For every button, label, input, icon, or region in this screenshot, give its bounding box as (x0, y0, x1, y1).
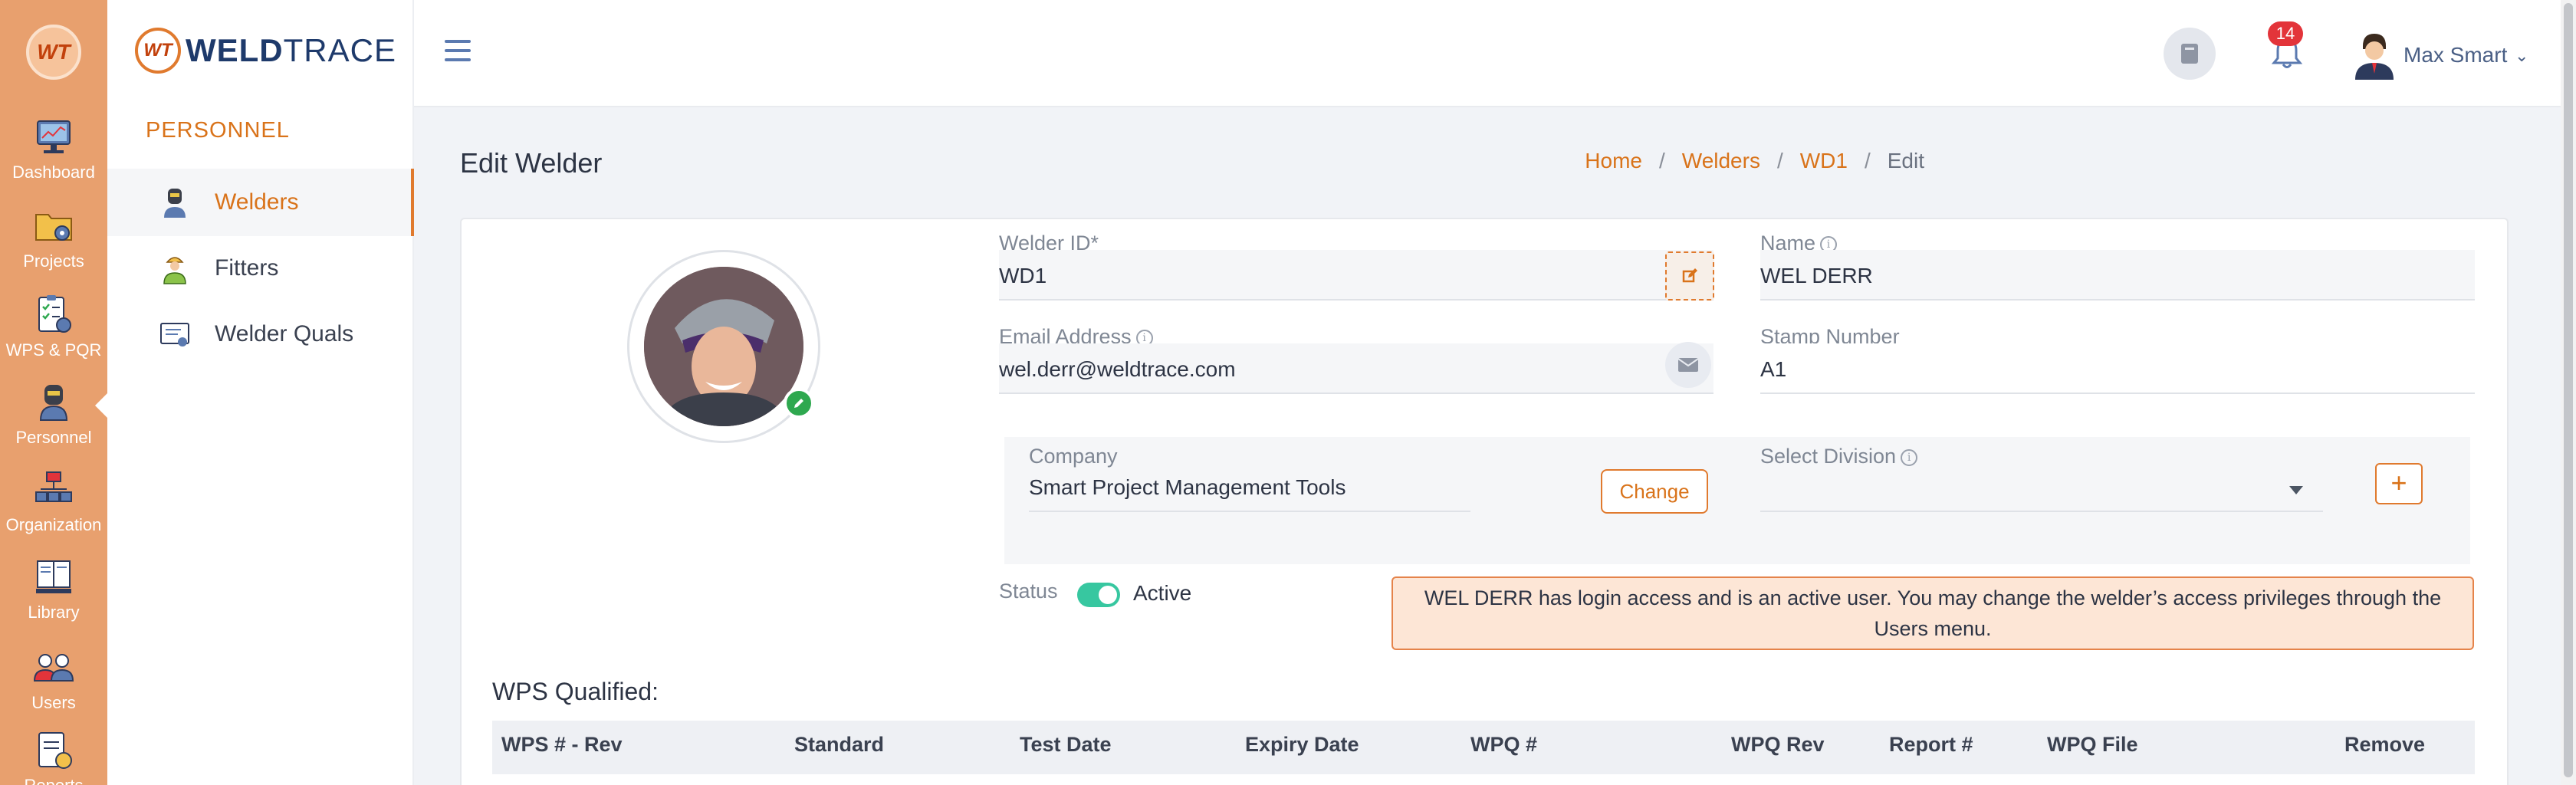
rail-item-reports[interactable]: Reports (0, 728, 107, 785)
page-title: Edit Welder (460, 147, 603, 179)
dashboard-icon (37, 120, 71, 153)
edit-icon (1682, 268, 1697, 283)
welder-id-value: WD1 (999, 264, 1047, 287)
division-select[interactable] (1760, 511, 2323, 512)
change-company-button[interactable]: Change (1601, 469, 1708, 514)
menu-toggle-icon[interactable] (445, 40, 471, 63)
company-value: Smart Project Management Tools (1029, 475, 1346, 499)
welder-photo (644, 267, 803, 426)
company-underline (1029, 511, 1470, 512)
breadcrumb-separator: / (1864, 149, 1871, 172)
column-header[interactable]: WPQ Rev (1731, 733, 1825, 757)
breadcrumb-current: Edit (1887, 149, 1924, 172)
rail-item-users[interactable]: Users (0, 645, 107, 713)
rail-item-projects[interactable]: Projects (0, 204, 107, 271)
fitter-icon (163, 257, 186, 284)
email-value: wel.derr@weldtrace.com (999, 357, 1236, 381)
rail-item-wps-pqr[interactable]: WPS & PQR (0, 293, 107, 360)
company-panel (1004, 437, 2470, 564)
icon-rail: WT Dashboard Projects WPS & PQR Personne… (0, 0, 107, 785)
sidebar-item-welder-quals[interactable]: Welder Quals (107, 301, 414, 368)
breadcrumb-separator: / (1776, 149, 1783, 172)
breadcrumb: Home / Welders / WD1 / Edit (1585, 149, 1924, 173)
secondary-sidebar: WT WELDTRACE PERSONNEL Welders Fitters W… (107, 0, 414, 785)
chevron-down-icon[interactable]: ⌄ (2515, 46, 2528, 66)
folder-icon (35, 214, 72, 241)
column-header[interactable]: WPQ File (2047, 733, 2138, 757)
user-name[interactable]: Max Smart (2404, 43, 2507, 67)
page-scrollbar[interactable] (2561, 0, 2576, 785)
column-header[interactable]: Report # (1889, 733, 1973, 757)
login-access-notice: WEL DERR has login access and is an acti… (1392, 576, 2474, 650)
edit-photo-button[interactable] (784, 388, 814, 419)
column-header[interactable]: Remove (2344, 733, 2425, 757)
company-label: Company (1029, 445, 1118, 468)
name-value: WEL DERR (1760, 264, 1873, 287)
rail-item-dashboard[interactable]: Dashboard (0, 115, 107, 182)
welder-icon (164, 189, 186, 218)
user-avatar[interactable] (2348, 28, 2401, 81)
reports-icon (38, 732, 72, 769)
users-icon (33, 654, 74, 682)
table-row (492, 774, 2475, 785)
brand-mark: WT (135, 28, 181, 74)
column-header[interactable]: WPS # - Rev (501, 733, 623, 757)
rail-item-library[interactable]: Library (0, 555, 107, 622)
certificate-icon (160, 323, 189, 347)
notification-count-badge: 14 (2268, 21, 2303, 46)
app-logo[interactable]: WT (26, 25, 81, 80)
breadcrumb-separator: / (1658, 149, 1665, 172)
info-icon[interactable]: i (1901, 449, 1918, 466)
organization-icon (35, 471, 72, 502)
sidebar-item-fitters[interactable]: Fitters (107, 235, 414, 302)
breadcrumb-welder-id[interactable]: WD1 (1800, 149, 1848, 173)
column-header[interactable]: Standard (794, 733, 884, 757)
breadcrumb-welders[interactable]: Welders (1682, 149, 1760, 173)
add-division-button[interactable]: + (2375, 463, 2423, 504)
column-header[interactable]: WPQ # (1470, 733, 1537, 757)
brand-name: WELDTRACE (186, 32, 397, 68)
caret-down-icon[interactable] (2289, 486, 2303, 494)
manual-button[interactable] (2164, 28, 2216, 80)
edit-id-button[interactable] (1665, 251, 1714, 301)
pencil-icon (794, 399, 803, 408)
top-bar: 14 Max Smart ⌄ (414, 0, 2561, 107)
column-header[interactable]: Expiry Date (1245, 733, 1359, 757)
status-label: Status (999, 580, 1058, 603)
envelope-icon (1677, 358, 1699, 372)
library-icon (36, 560, 71, 593)
wps-qualified-heading: WPS Qualified: (492, 678, 659, 705)
send-email-button[interactable] (1665, 342, 1711, 388)
status-toggle[interactable] (1077, 583, 1120, 607)
checklist-icon (38, 295, 71, 333)
column-header[interactable]: Test Date (1020, 733, 1112, 757)
book-icon (2181, 44, 2198, 64)
active-rail-pointer (95, 393, 107, 418)
brand-logo[interactable]: WT WELDTRACE (135, 28, 396, 74)
rail-item-personnel[interactable]: Personnel (0, 380, 107, 448)
status-value: Active (1133, 581, 1192, 605)
stamp-number-value: A1 (1760, 357, 1787, 381)
welder-id-field[interactable] (999, 250, 1714, 301)
rail-item-organization[interactable]: Organization (0, 468, 107, 535)
sidebar-item-welders[interactable]: Welders (107, 169, 414, 236)
breadcrumb-home[interactable]: Home (1585, 149, 1642, 173)
division-label: Select Division i (1760, 445, 1918, 468)
sidebar-section-title: PERSONNEL (146, 118, 290, 143)
welder-mask-icon (39, 385, 68, 421)
stamp-number-field[interactable] (1760, 343, 2475, 394)
